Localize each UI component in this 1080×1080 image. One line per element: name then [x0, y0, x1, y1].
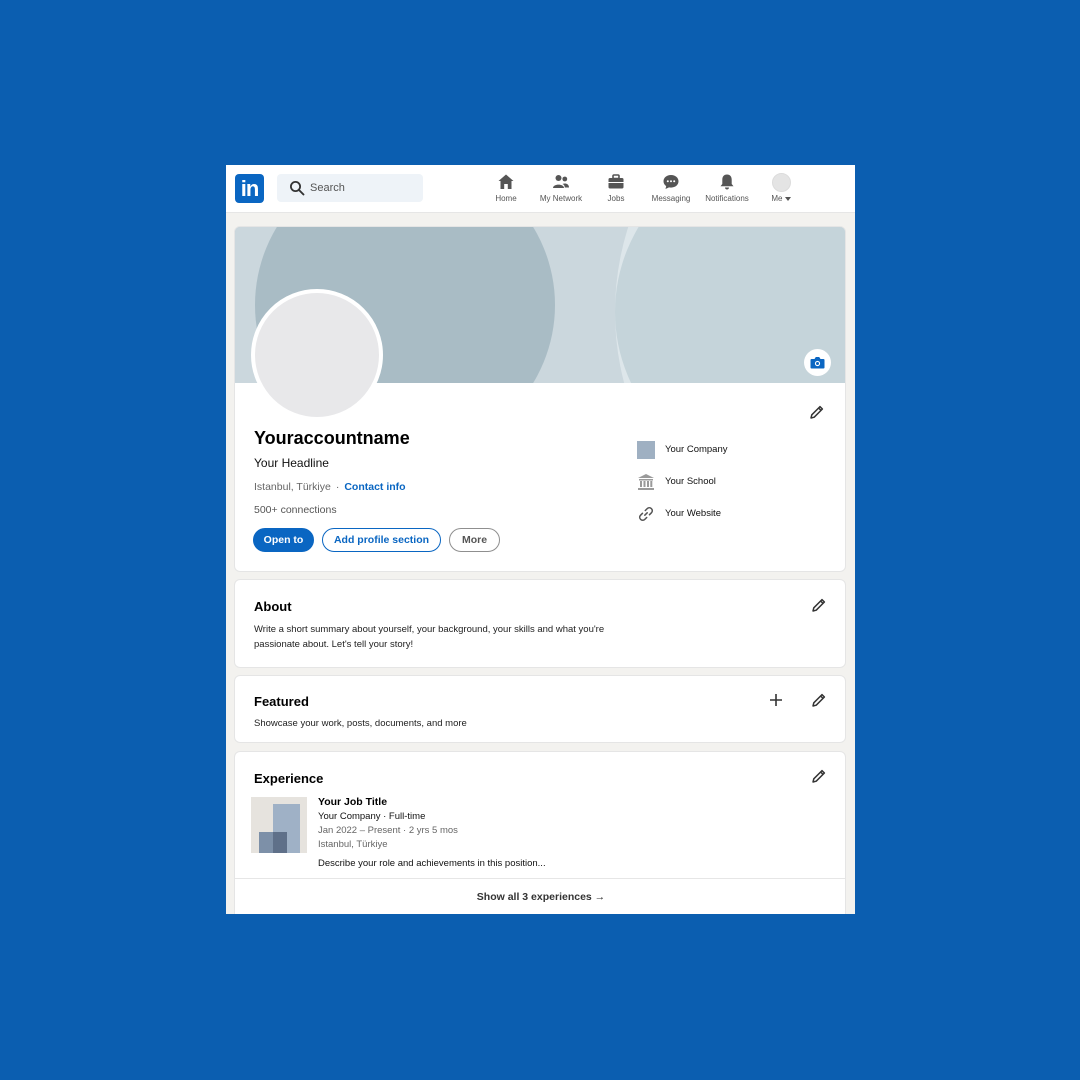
search-icon	[290, 181, 305, 196]
job-company: Your Company · Full-time	[318, 811, 426, 822]
featured-title: Featured	[254, 694, 309, 709]
nav-my-network[interactable]: My Network	[537, 173, 585, 207]
linkedin-logo[interactable]: in	[235, 174, 264, 203]
edit-pencil-icon[interactable]	[811, 768, 827, 784]
briefcase-icon	[608, 174, 624, 189]
featured-card: Featured Showcase your work, posts, docu…	[234, 675, 846, 743]
about-text: Write a short summary about yourself, yo…	[254, 624, 605, 650]
profile-location-row: Istanbul, Türkiye · Contact info	[254, 481, 406, 493]
linkedin-profile-window: in Home My Network	[226, 165, 855, 914]
nav-me[interactable]: Me	[768, 173, 794, 207]
home-icon	[498, 174, 514, 189]
profile-headline: Your Headline	[254, 456, 329, 470]
about-card: About Write a short summary about yourse…	[234, 579, 846, 668]
nav-messaging-label: Messaging	[651, 194, 691, 203]
side-company[interactable]: Your Company	[637, 441, 777, 459]
bell-icon	[720, 174, 734, 190]
nav-notifications-label: Notifications	[705, 194, 749, 203]
side-company-label: Your Company	[665, 444, 728, 455]
nav-home[interactable]: Home	[492, 173, 520, 207]
job-description: Describe your role and achievements in t…	[318, 858, 546, 869]
company-logo-icon[interactable]	[251, 797, 307, 853]
camera-icon	[810, 357, 825, 369]
avatar	[771, 173, 791, 192]
side-school-label: Your School	[665, 476, 716, 487]
nav-jobs[interactable]: Jobs	[604, 173, 628, 207]
side-website[interactable]: Your Website	[637, 505, 777, 523]
school-icon	[638, 474, 654, 490]
side-school[interactable]: Your School	[637, 473, 777, 491]
job-title[interactable]: Your Job Title	[318, 796, 387, 808]
connections-count[interactable]: 500+ connections	[254, 504, 337, 516]
nav-home-label: Home	[495, 194, 517, 203]
nav-messaging[interactable]: Messaging	[650, 173, 692, 207]
profile-name: Youraccountname	[254, 428, 410, 448]
edit-pencil-icon[interactable]	[809, 404, 825, 420]
search-box[interactable]	[277, 174, 423, 202]
search-input[interactable]	[310, 178, 418, 198]
top-navigation-bar: in Home My Network	[226, 165, 855, 213]
edit-pencil-icon[interactable]	[811, 597, 827, 613]
job-location: Istanbul, Türkiye	[318, 839, 388, 850]
profile-photo[interactable]	[251, 289, 383, 421]
experience-title: Experience	[254, 771, 324, 786]
separator-dot: ·	[335, 481, 340, 493]
company-logo-icon	[637, 441, 655, 459]
edit-pencil-icon[interactable]	[811, 692, 827, 708]
add-icon[interactable]	[768, 692, 784, 708]
link-icon	[638, 506, 654, 522]
more-button[interactable]: More	[449, 528, 500, 552]
chevron-down-icon	[784, 196, 791, 201]
open-to-button[interactable]: Open to	[253, 528, 314, 552]
messaging-icon	[663, 175, 679, 189]
edit-cover-button[interactable]	[804, 349, 831, 376]
divider	[235, 878, 845, 879]
nav-me-label: Me	[768, 194, 794, 203]
job-dates: Jan 2022 – Present · 2 yrs 5 mos	[318, 825, 458, 836]
contact-info-link[interactable]: Contact info	[344, 481, 405, 493]
nav-notifications[interactable]: Notifications	[704, 173, 750, 207]
show-all-experiences-link[interactable]: Show all 3 experiences →	[235, 891, 845, 903]
experience-card: Experience Your Job Title Your Company ·…	[234, 751, 846, 914]
profile-card: Youraccountname Your Headline Istanbul, …	[234, 226, 846, 572]
network-icon	[553, 175, 569, 188]
featured-text: Showcase your work, posts, documents, an…	[254, 718, 467, 729]
profile-location: Istanbul, Türkiye	[254, 481, 331, 493]
nav-jobs-label: Jobs	[607, 194, 625, 203]
nav-my-network-label: My Network	[539, 194, 583, 203]
side-website-label: Your Website	[665, 508, 721, 519]
add-profile-section-button[interactable]: Add profile section	[322, 528, 441, 552]
about-title: About	[254, 599, 292, 614]
